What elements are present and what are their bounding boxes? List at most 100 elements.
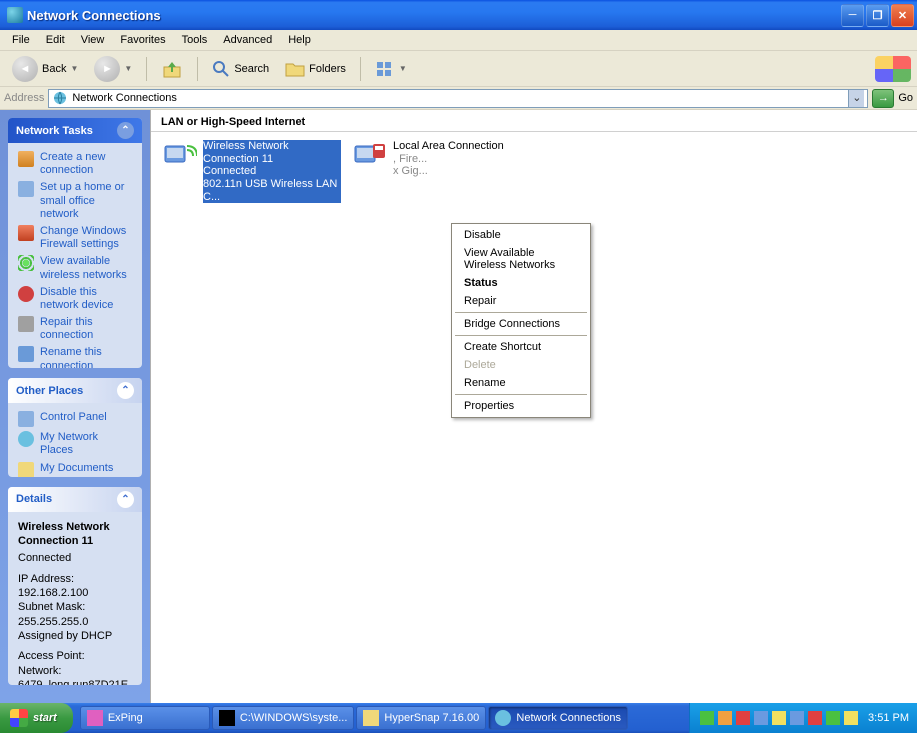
menu-properties[interactable]: Properties: [454, 397, 588, 415]
tray-icon[interactable]: [700, 711, 714, 725]
go-label: Go: [898, 92, 913, 104]
back-icon: ◄: [12, 56, 38, 82]
back-button[interactable]: ◄ Back ▼: [6, 53, 84, 85]
menu-view-wireless[interactable]: View Available Wireless Networks: [454, 244, 588, 274]
taskbar-item-hypersnap[interactable]: HyperSnap 7.16.00: [356, 706, 486, 730]
place-control-panel[interactable]: Control Panel: [18, 409, 132, 429]
tray-icon[interactable]: [718, 711, 732, 725]
taskbar: start ExPing C:\WINDOWS\syste... HyperSn…: [0, 703, 917, 733]
menu-favorites[interactable]: Favorites: [112, 32, 173, 48]
tray-icon[interactable]: [754, 711, 768, 725]
tray-icon[interactable]: [790, 711, 804, 725]
search-button[interactable]: Search: [206, 57, 275, 81]
up-button[interactable]: [155, 55, 189, 83]
address-field[interactable]: Network Connections ⌄: [48, 89, 868, 108]
task-repair[interactable]: Repair this connection: [18, 314, 132, 344]
clock[interactable]: 3:51 PM: [868, 712, 909, 724]
menu-rename[interactable]: Rename: [454, 374, 588, 392]
task-view-wireless[interactable]: View available wireless networks: [18, 253, 132, 283]
details-panel: Details ⌃ Wireless Network Connection 11…: [8, 487, 142, 685]
menu-help[interactable]: Help: [280, 32, 319, 48]
dropdown-icon: ▼: [70, 64, 78, 73]
search-label: Search: [234, 63, 269, 75]
address-value: Network Connections: [72, 92, 844, 104]
go-button[interactable]: →: [872, 89, 894, 108]
tray-icon[interactable]: [736, 711, 750, 725]
windows-logo-icon: [875, 56, 911, 82]
dropdown-icon: ▼: [124, 64, 132, 73]
maximize-button[interactable]: ❐: [866, 4, 889, 27]
wizard-icon: [18, 151, 34, 167]
panel-title: Other Places: [16, 385, 83, 397]
address-label: Address: [4, 92, 44, 104]
folder-up-icon: [161, 58, 183, 80]
menu-repair[interactable]: Repair: [454, 292, 588, 310]
windows-logo-icon: [10, 709, 28, 727]
task-rename[interactable]: Rename this connection: [18, 344, 132, 368]
tray-icon[interactable]: [844, 711, 858, 725]
tray-icon[interactable]: [772, 711, 786, 725]
panel-header[interactable]: Details ⌃: [8, 487, 142, 512]
menu-edit[interactable]: Edit: [38, 32, 73, 48]
panel-title: Details: [16, 493, 52, 505]
panel-header[interactable]: Network Tasks ⌃: [8, 118, 142, 143]
place-label: My Documents: [40, 462, 113, 475]
taskbar-item-cmd[interactable]: C:\WINDOWS\syste...: [212, 706, 355, 730]
menu-delete: Delete: [454, 356, 588, 374]
connection-name: Local Area Connection: [393, 140, 504, 153]
close-button[interactable]: ✕: [891, 4, 914, 27]
network-icon: [52, 90, 68, 106]
menu-tools[interactable]: Tools: [174, 32, 216, 48]
menu-bridge[interactable]: Bridge Connections: [454, 315, 588, 333]
task-label: View available wireless networks: [40, 255, 132, 281]
network-tasks-panel: Network Tasks ⌃ Create a new connection …: [8, 118, 142, 368]
taskbar-item-exping[interactable]: ExPing: [80, 706, 210, 730]
folders-button[interactable]: Folders: [279, 57, 352, 81]
network-icon: [495, 710, 511, 726]
connection-lan[interactable]: Local Area Connection , Fire... x Gig...: [351, 140, 531, 203]
menu-shortcut[interactable]: Create Shortcut: [454, 338, 588, 356]
tray-icon[interactable]: [826, 711, 840, 725]
place-network-places[interactable]: My Network Places: [18, 429, 132, 459]
folders-icon: [285, 60, 305, 78]
task-disable[interactable]: Disable this network device: [18, 284, 132, 314]
task-firewall[interactable]: Change Windows Firewall settings: [18, 223, 132, 253]
task-create-connection[interactable]: Create a new connection: [18, 149, 132, 179]
minimize-button[interactable]: ─: [841, 4, 864, 27]
lan-connection-icon: [351, 140, 387, 176]
collapse-icon: ⌃: [117, 122, 134, 139]
details-ap: Access Point:: [18, 649, 132, 663]
menu-status[interactable]: Status: [454, 274, 588, 292]
taskbar-label: C:\WINDOWS\syste...: [240, 712, 348, 724]
taskbar-label: ExPing: [108, 712, 143, 724]
search-icon: [212, 60, 230, 78]
menu-advanced[interactable]: Advanced: [215, 32, 280, 48]
task-label: Create a new connection: [40, 151, 132, 177]
folders-label: Folders: [309, 63, 346, 75]
details-net: Network: 6479_long.run87D21E: [18, 664, 132, 685]
connection-name: Wireless Network Connection 11: [203, 140, 341, 165]
task-label: Set up a home or small office network: [40, 181, 132, 221]
collapse-icon: ⌃: [117, 491, 134, 508]
details-status: Connected: [18, 551, 132, 565]
menu-disable[interactable]: Disable: [454, 226, 588, 244]
menu-file[interactable]: File: [4, 32, 38, 48]
address-dropdown[interactable]: ⌄: [848, 90, 864, 107]
menu-view[interactable]: View: [73, 32, 113, 48]
tray-icon[interactable]: [808, 711, 822, 725]
place-my-documents[interactable]: My Documents: [18, 460, 132, 477]
window-titlebar: Network Connections ─ ❐ ✕: [0, 0, 917, 30]
taskbar-item-network[interactable]: Network Connections: [488, 706, 628, 730]
forward-button[interactable]: ► ▼: [88, 53, 138, 85]
task-setup-network[interactable]: Set up a home or small office network: [18, 179, 132, 223]
connection-wireless[interactable]: Wireless Network Connection 11 Connected…: [161, 140, 341, 203]
repair-icon: [18, 316, 34, 332]
panel-header[interactable]: Other Places ⌃: [8, 378, 142, 403]
details-ip: IP Address: 192.168.2.100: [18, 572, 132, 601]
views-button[interactable]: ▼: [369, 57, 413, 81]
forward-icon: ►: [94, 56, 120, 82]
other-places-panel: Other Places ⌃ Control Panel My Network …: [8, 378, 142, 477]
start-button[interactable]: start: [0, 703, 73, 733]
content-area: LAN or High-Speed Internet Wireless Netw…: [150, 110, 917, 703]
system-tray[interactable]: 3:51 PM: [689, 703, 917, 733]
